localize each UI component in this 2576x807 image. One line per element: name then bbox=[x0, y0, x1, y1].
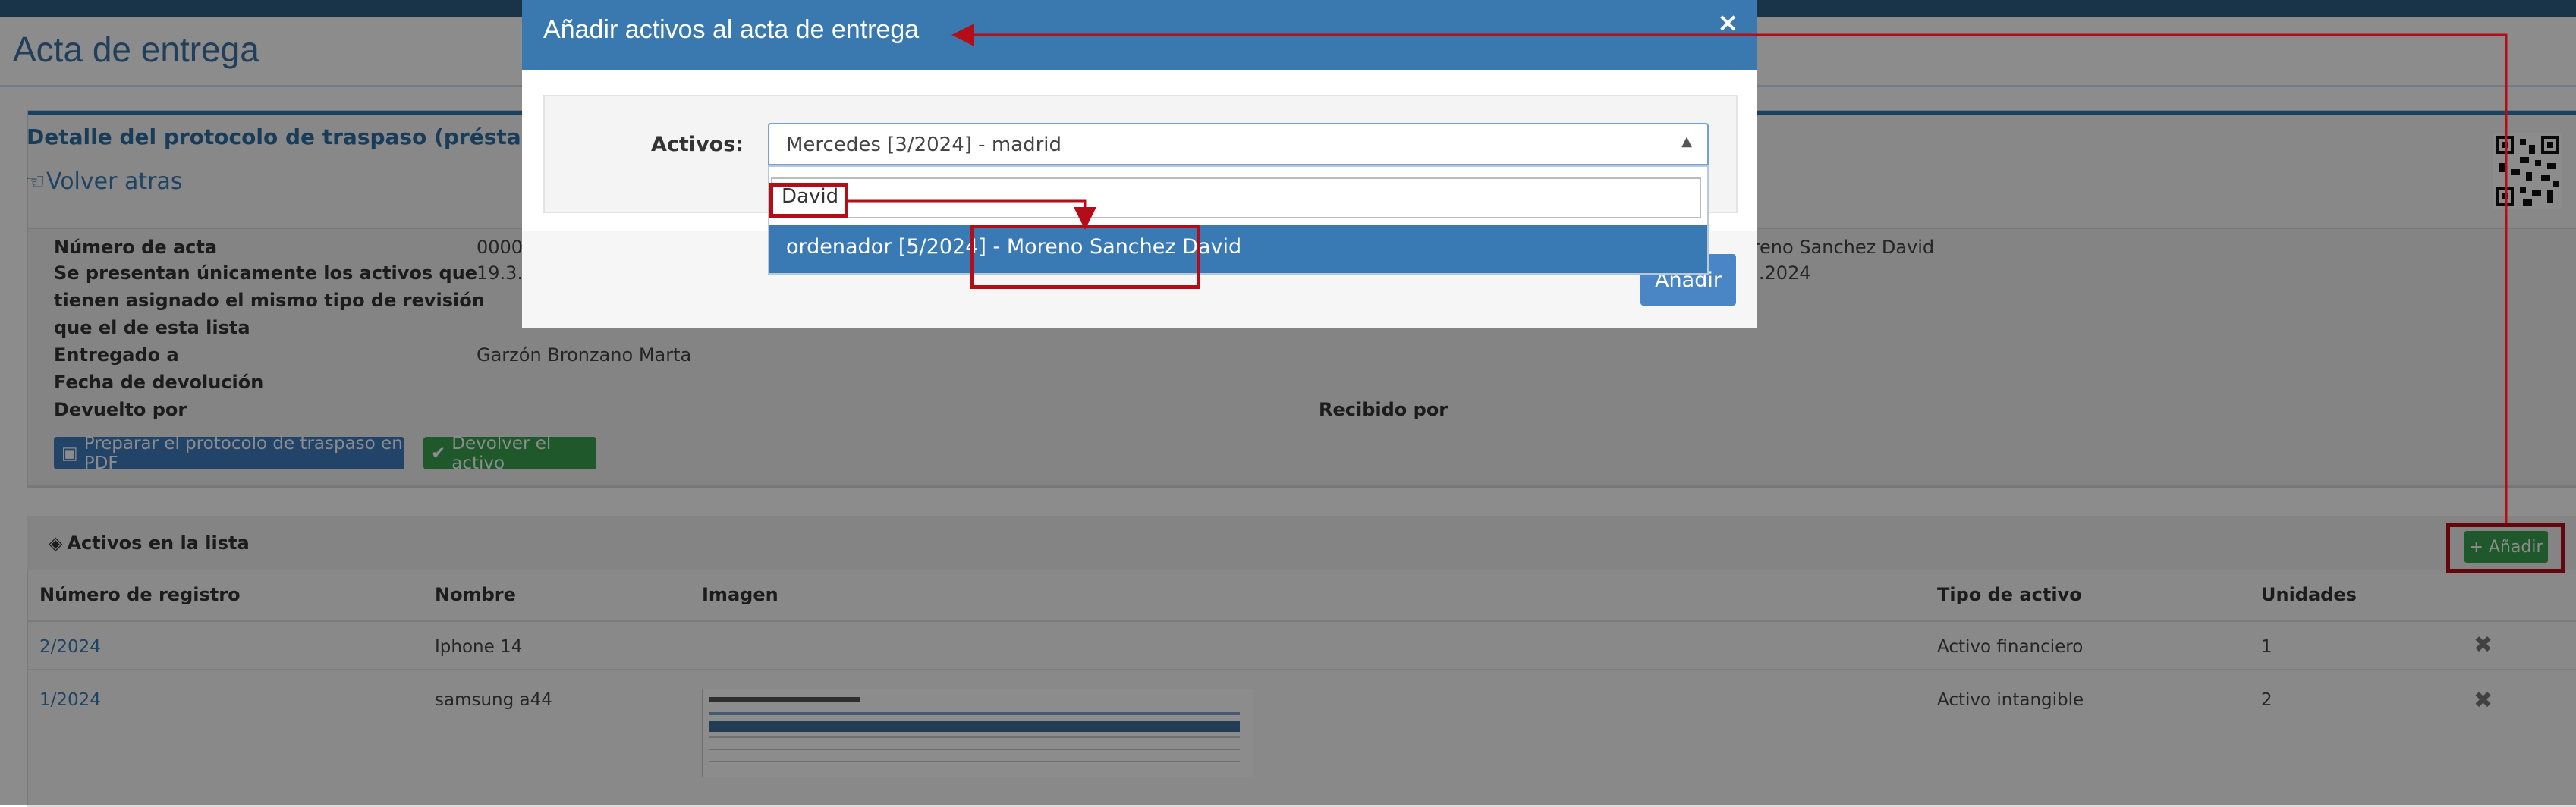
activos-select-value: Mercedes [3/2024] - madrid bbox=[786, 133, 1062, 156]
caret-up-icon: ▲ bbox=[1681, 133, 1692, 149]
annotation-highlight-search bbox=[769, 183, 848, 218]
activos-select[interactable]: Mercedes [3/2024] - madrid ▲ bbox=[768, 123, 1709, 165]
dropdown-search-input[interactable] bbox=[771, 177, 1701, 218]
close-icon[interactable]: × bbox=[1717, 8, 1739, 38]
modal-title: Añadir activos al acta de entrega bbox=[543, 15, 920, 44]
activos-label: Activos: bbox=[651, 133, 744, 156]
annotation-highlight-option bbox=[970, 225, 1200, 289]
